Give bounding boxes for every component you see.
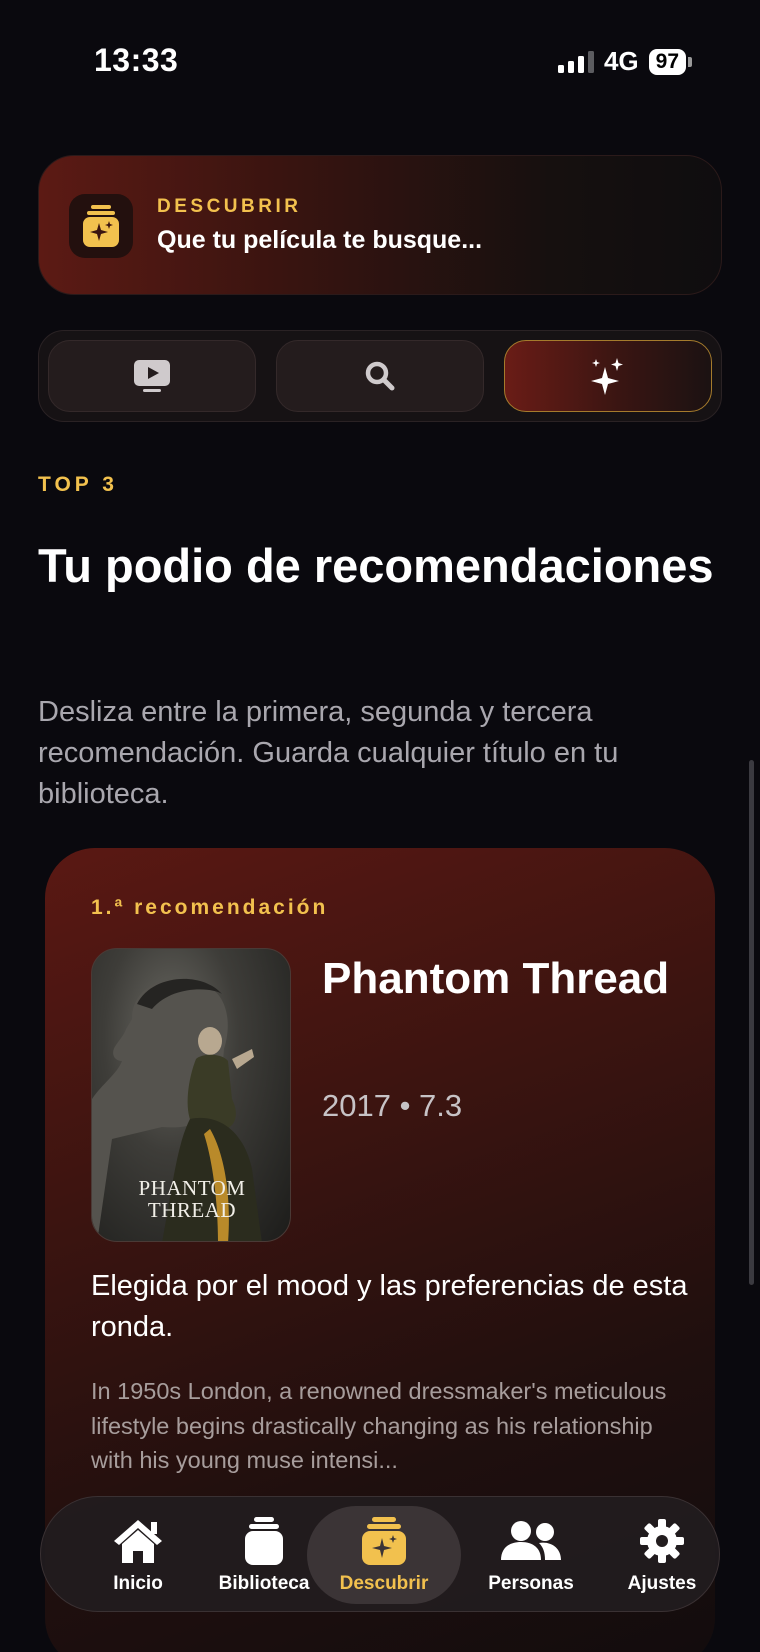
gear-icon: [640, 1519, 684, 1563]
movie-title: Phantom Thread: [322, 954, 670, 1003]
tab-bar: Inicio Biblioteca Descubrir Personas Aju…: [40, 1496, 720, 1612]
movie-synopsis: In 1950s London, a renowned dressmaker's…: [91, 1378, 667, 1473]
recommendation-rank: 1.ª recomendación: [91, 896, 329, 919]
house-icon: [114, 1520, 162, 1563]
tab-label-biblioteca: Biblioteca: [218, 1573, 310, 1594]
discover-header-icon: [69, 194, 133, 258]
tv-play-icon: [134, 360, 170, 392]
status-indicators: 4G 97: [557, 46, 692, 77]
scroll-indicator[interactable]: [749, 760, 754, 1285]
recommendation-reason: Elegida por el mood y las preferencias d…: [91, 1270, 688, 1343]
status-time: 13:33: [94, 42, 179, 78]
section-title: Tu podio de recomendaciones: [38, 539, 714, 592]
discover-icon: [362, 1517, 406, 1565]
tab-ajustes[interactable]: Ajustes: [607, 1497, 717, 1613]
discover-screen: 13:33 4G 97 DESCUBRIR Que tu película te…: [0, 0, 760, 1652]
network-type: 4G: [603, 46, 639, 76]
tab-label-ajustes: Ajustes: [627, 1573, 697, 1594]
segment-watch[interactable]: [48, 340, 256, 412]
segment-search[interactable]: [276, 340, 484, 412]
tab-inicio[interactable]: Inicio: [83, 1497, 193, 1613]
status-bar: 13:33 4G 97: [0, 0, 760, 120]
people-icon: [501, 1521, 561, 1560]
cellular-signal-icon: [557, 50, 594, 73]
discover-mode-selector: [38, 330, 722, 422]
movie-poster[interactable]: PHANTOM THREAD: [91, 948, 291, 1242]
poster-title-text: PHANTOM THREAD: [138, 1176, 246, 1222]
movie-year-rating: 2017 • 7.3: [322, 1088, 463, 1123]
header-eyebrow: DESCUBRIR: [157, 196, 302, 217]
battery-icon: 97: [648, 48, 692, 75]
tab-label-descubrir: Descubrir: [339, 1573, 429, 1594]
discover-header-card: DESCUBRIR Que tu película te busque...: [38, 155, 722, 295]
section-description: Desliza entre la primera, segunda y terc…: [38, 696, 619, 810]
header-title: Que tu película te busque...: [157, 226, 483, 254]
tab-personas[interactable]: Personas: [461, 1497, 601, 1613]
library-icon: [245, 1517, 283, 1565]
tab-label-personas: Personas: [488, 1573, 574, 1594]
section-eyebrow: TOP 3: [38, 473, 118, 496]
tab-descubrir[interactable]: Descubrir: [309, 1497, 459, 1613]
sparkles-icon: [591, 358, 623, 395]
battery-level: 97: [648, 48, 686, 75]
tab-label-inicio: Inicio: [113, 1573, 163, 1594]
search-icon: [365, 361, 395, 391]
segment-discover[interactable]: [504, 340, 712, 412]
